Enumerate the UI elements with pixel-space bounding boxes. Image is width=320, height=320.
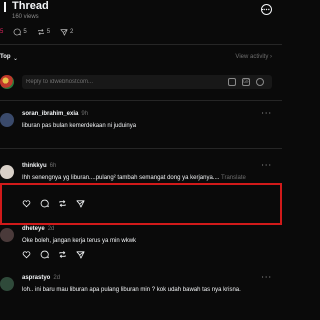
- comment-text: liburan pas bulan kemerdekaan ni juduiny…: [22, 121, 252, 131]
- repost-icon[interactable]: [58, 250, 67, 259]
- avatar: [0, 75, 14, 89]
- chevron-down-icon[interactable]: ⌄: [13, 55, 18, 62]
- avatar[interactable]: [0, 228, 14, 242]
- divider: [0, 44, 282, 45]
- comment-icon: [14, 28, 22, 36]
- comment-icon[interactable]: [40, 199, 49, 208]
- repost-count: 5: [46, 29, 51, 35]
- username[interactable]: asprastyo: [22, 275, 50, 281]
- timestamp: 2d: [47, 226, 55, 232]
- heart-icon[interactable]: [22, 250, 31, 259]
- page-title: Thread: [12, 0, 49, 12]
- comment-body: Ihh senengnya yg liburan....pulang² tamb…: [22, 175, 220, 181]
- list-item: soran_ibrahim_exia 9h ··· liburan pas bul…: [0, 109, 272, 151]
- repost-stat[interactable]: 5: [37, 28, 50, 36]
- view-activity-label: View activity: [235, 54, 269, 60]
- list-item: thinkkyu 6h ··· Ihh senengnya yg liburan.…: [0, 161, 272, 213]
- view-count: 160 views: [12, 14, 39, 20]
- avatar[interactable]: [0, 165, 14, 179]
- translate-link[interactable]: Translate: [221, 175, 246, 181]
- username[interactable]: thinkkyu: [22, 163, 47, 169]
- reply-bar: GIF: [0, 72, 272, 92]
- share-stat[interactable]: 2: [60, 28, 73, 36]
- more-icon[interactable]: ···: [261, 109, 272, 118]
- divider: [0, 148, 282, 149]
- back-icon[interactable]: [0, 2, 6, 12]
- comment-count: 5: [23, 29, 27, 35]
- username[interactable]: soran_ibrahim_exia: [22, 111, 78, 117]
- comment-body: loh.. ini baru mau liburan apa pulang li…: [22, 287, 241, 293]
- comment-text: loh.. ini baru mau liburan apa pulang li…: [22, 285, 252, 295]
- share-icon: [60, 29, 68, 36]
- divider: [0, 100, 282, 101]
- comment-actions: [22, 250, 85, 259]
- more-options-icon[interactable]: [261, 4, 272, 15]
- like-count: 5: [0, 29, 4, 35]
- comment-body: Oke boleh, jangan kerja terus ya min wkw…: [22, 238, 137, 244]
- image-icon[interactable]: [228, 78, 236, 86]
- comment-header: dheteye 2d: [22, 226, 54, 232]
- gif-icon[interactable]: GIF: [242, 78, 250, 86]
- share-count: 2: [70, 29, 74, 35]
- more-icon[interactable]: ···: [261, 273, 272, 282]
- like-stat[interactable]: 5: [0, 29, 3, 35]
- timestamp: 2d: [53, 275, 61, 281]
- comment-header: soran_ibrahim_exia 9h: [22, 111, 88, 117]
- view-activity-link[interactable]: View activity ›: [235, 54, 272, 60]
- share-icon[interactable]: [76, 199, 85, 208]
- repost-icon[interactable]: [58, 199, 67, 208]
- share-icon[interactable]: [76, 250, 85, 259]
- comment-body: liburan pas bulan kemerdekaan ni juduiny…: [22, 123, 137, 129]
- more-icon[interactable]: ···: [261, 161, 272, 170]
- list-item: asprastyo 2d ··· loh.. ini baru mau libur…: [0, 273, 272, 320]
- thread-stats: 5 5 5 2: [0, 26, 73, 38]
- thread-header: Thread 160 views: [0, 0, 320, 24]
- avatar[interactable]: [0, 113, 14, 127]
- heart-icon[interactable]: [22, 199, 31, 208]
- repost-icon: [37, 28, 44, 36]
- sort-dropdown[interactable]: Top: [0, 54, 11, 60]
- comment-text: Oke boleh, jangan kerja terus ya min wkw…: [22, 236, 252, 246]
- emoji-icon[interactable]: [256, 78, 264, 86]
- username[interactable]: dheteye: [22, 226, 45, 232]
- comment-text: Ihh senengnya yg liburan....pulang² tamb…: [22, 173, 252, 183]
- list-item: dheteye 2d Oke boleh, jangan kerja terus …: [0, 226, 272, 266]
- comment-header: thinkkyu 6h: [22, 163, 56, 169]
- comment-icon[interactable]: [40, 250, 49, 259]
- comment-actions: [22, 199, 85, 208]
- timestamp: 6h: [49, 163, 57, 169]
- sort-bar: Top ⌄ View activity ›: [0, 52, 272, 66]
- avatar[interactable]: [0, 277, 14, 291]
- comment-header: asprastyo 2d: [22, 275, 60, 281]
- timestamp: 9h: [81, 111, 89, 117]
- comment-stat[interactable]: 5: [13, 28, 27, 36]
